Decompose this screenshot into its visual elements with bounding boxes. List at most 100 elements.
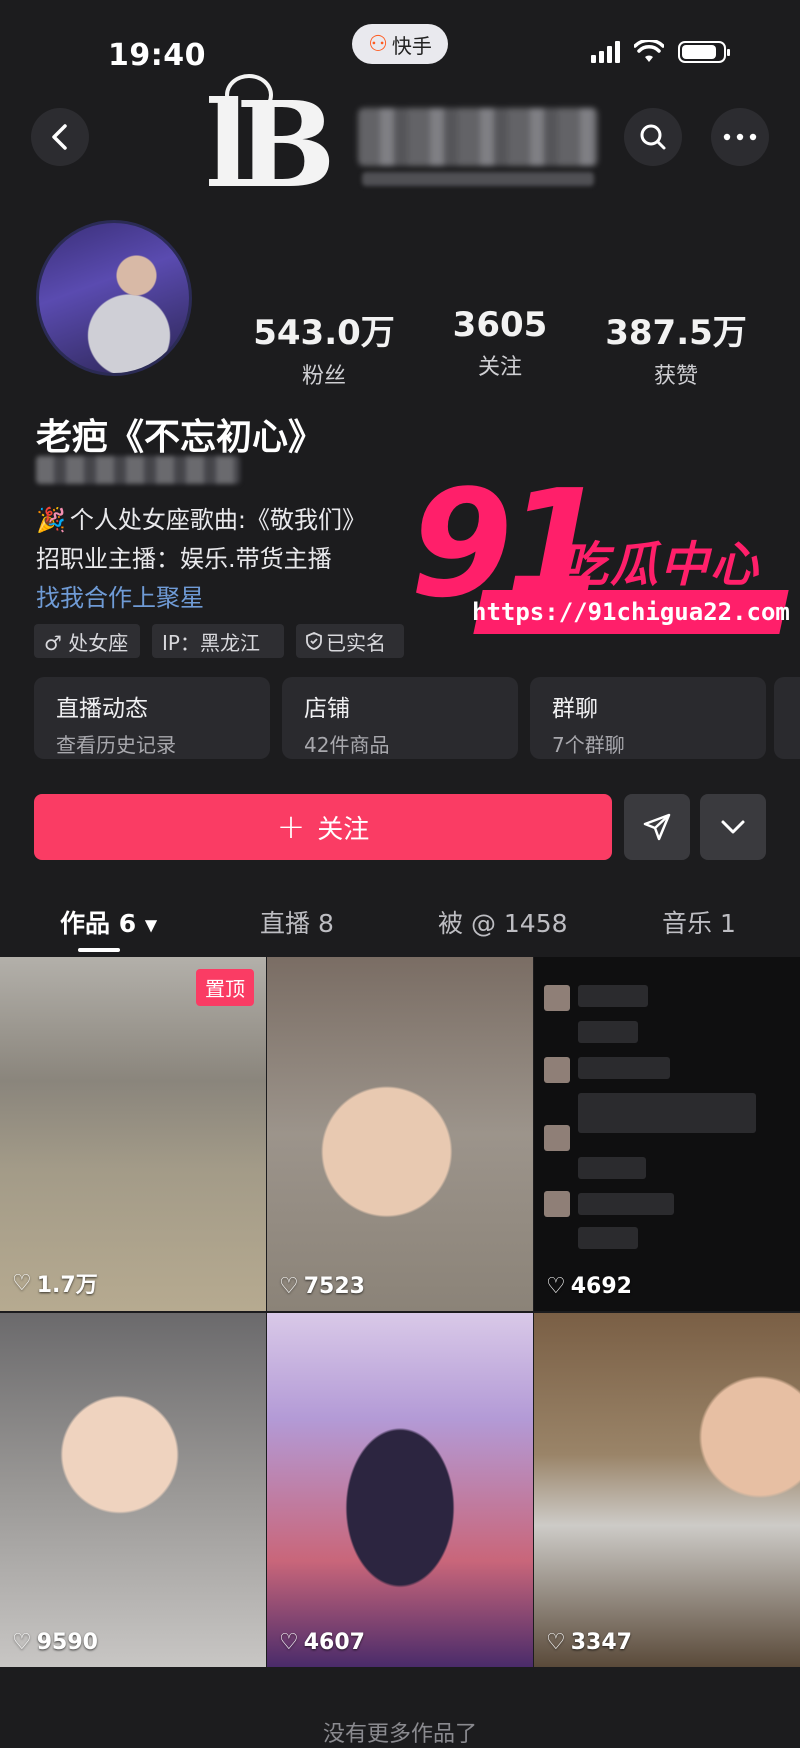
tab-live[interactable]: 直播 8: [260, 904, 334, 940]
stat-followers[interactable]: 543.0万 粉丝: [244, 305, 404, 390]
heart-icon: ♡: [546, 1630, 566, 1655]
like-count: ♡ 3347: [546, 1630, 632, 1655]
video-thumbnail[interactable]: ♡ 9590: [0, 1313, 266, 1667]
like-value: 4607: [303, 1630, 365, 1655]
card-subtitle: 7个群聊: [552, 733, 625, 757]
heart-icon: ♡: [279, 1274, 299, 1299]
stat-value: 543.0万: [253, 313, 395, 353]
chat-bubble: [578, 985, 648, 1007]
plus-icon: +: [276, 807, 306, 847]
card-title: 店铺: [304, 696, 350, 722]
card-shop[interactable]: 店铺 42件商品: [282, 677, 518, 759]
status-time: 19:40: [108, 38, 206, 73]
back-button[interactable]: [31, 108, 89, 166]
follow-button[interactable]: + 关注: [34, 794, 612, 860]
chat-bubble: [578, 1093, 756, 1133]
video-thumbnail[interactable]: ♡ 7523: [267, 957, 533, 1311]
bio-link[interactable]: 找我合作上聚星: [36, 578, 204, 613]
chevron-down-icon: [721, 820, 745, 834]
like-count: ♡ 4607: [279, 1630, 365, 1655]
card-title: 直播动态: [56, 696, 148, 722]
more-options-button[interactable]: [711, 108, 769, 166]
wifi-icon: [634, 40, 664, 62]
stat-label: 关注: [477, 355, 522, 380]
video-thumbnail[interactable]: ♡ 4607: [267, 1313, 533, 1667]
like-count: ♡ 1.7万: [12, 1267, 98, 1299]
heart-icon: ♡: [279, 1630, 299, 1655]
send-icon: [643, 813, 671, 841]
app-indicator-pill[interactable]: ⚇ 快手: [352, 24, 448, 64]
video-thumbnail[interactable]: ♡ 3347: [534, 1313, 800, 1667]
chat-bubble: [578, 1021, 638, 1043]
card-live-history[interactable]: 直播动态 查看历史记录: [34, 677, 270, 759]
heart-icon: ♡: [12, 1630, 32, 1655]
more-dots-icon: [723, 133, 757, 141]
watermark-url-banner: https://91chigua22.com: [472, 590, 790, 634]
card-subtitle: 查看历史记录: [56, 733, 176, 757]
tab-active-indicator: [78, 948, 120, 952]
heart-icon: ♡: [546, 1274, 566, 1299]
logo-ring: [225, 74, 273, 116]
end-of-list-text: 没有更多作品了: [322, 1722, 477, 1747]
bio-line: 🎉 个人处女座歌曲:《敬我们》: [36, 500, 366, 535]
profile-nickname: 老疤《不忘初心》: [36, 417, 325, 458]
party-popper-icon: 🎉: [36, 506, 66, 534]
bio-line: 招职业主播：娱乐.带货主播: [36, 545, 332, 573]
blurred-header-name: [358, 108, 598, 166]
pinned-badge: 置顶: [196, 969, 254, 1006]
blurred-header-subtitle: [362, 172, 594, 186]
status-icons: [591, 40, 730, 64]
like-count: ♡ 9590: [12, 1630, 98, 1655]
share-button[interactable]: [624, 794, 690, 860]
stat-value: 387.5万: [605, 313, 747, 353]
chat-bubble: [578, 1157, 646, 1179]
expand-button[interactable]: [700, 794, 766, 860]
watermark-url: https://91chigua22.com: [472, 598, 790, 626]
caret-down-icon: ▼: [144, 915, 158, 935]
card-subtitle: 42件商品: [304, 733, 390, 757]
stat-label: 获赞: [653, 364, 698, 389]
like-value: 1.7万: [36, 1273, 98, 1298]
like-value: 7523: [303, 1274, 365, 1299]
tag-ip-location[interactable]: IP：黑龙江: [152, 624, 284, 658]
battery-level: [682, 45, 716, 59]
chat-avatar-image: [544, 1191, 570, 1217]
card-title: 群聊: [552, 696, 598, 722]
tag-verified[interactable]: 已实名: [296, 624, 404, 658]
shield-icon: [306, 632, 322, 650]
search-button[interactable]: [624, 108, 682, 166]
chat-bubble: [578, 1057, 670, 1079]
like-value: 4692: [570, 1274, 632, 1299]
avatar[interactable]: [36, 220, 192, 376]
bio-text: 个人处女座歌曲:《敬我们》: [69, 506, 366, 534]
chat-avatar-image: [544, 1125, 570, 1151]
tab-music[interactable]: 音乐 1: [662, 904, 736, 940]
card-peek-next[interactable]: [774, 677, 800, 759]
tab-label: 作品 6: [60, 909, 137, 938]
card-group-chat[interactable]: 群聊 7个群聊: [530, 677, 766, 759]
blurred-user-id: [36, 456, 240, 484]
cellular-signal-icon: [591, 41, 620, 63]
chat-bubble: [578, 1193, 674, 1215]
like-count: ♡ 7523: [279, 1274, 365, 1299]
battery-icon: [678, 41, 730, 63]
heart-icon: ♡: [12, 1270, 32, 1296]
brand-logo-image: lB: [205, 70, 355, 220]
like-value: 3347: [570, 1630, 632, 1655]
tab-mentions[interactable]: 被 @ 1458: [438, 904, 568, 940]
kuaishou-logo-icon: ⚇: [368, 31, 388, 57]
chat-bubble: [578, 1227, 638, 1249]
watermark-text: 吃瓜中心: [560, 537, 761, 593]
app-indicator-label: 快手: [391, 33, 432, 58]
stat-value: 3605: [452, 305, 548, 345]
tag-label: 已实名: [326, 630, 386, 655]
stat-likes[interactable]: 387.5万 获赞: [596, 305, 756, 390]
tab-works[interactable]: 作品 6 ▼: [60, 904, 157, 940]
follow-label: 关注: [317, 814, 370, 845]
stat-following[interactable]: 3605 关注: [420, 305, 580, 381]
tag-zodiac[interactable]: ♂ 处女座: [34, 624, 140, 658]
video-thumbnail[interactable]: ♡ 4692: [534, 957, 800, 1311]
chevron-left-icon: [52, 124, 67, 150]
search-icon: [640, 124, 666, 150]
video-thumbnail[interactable]: 置顶 ♡ 1.7万: [0, 957, 266, 1311]
